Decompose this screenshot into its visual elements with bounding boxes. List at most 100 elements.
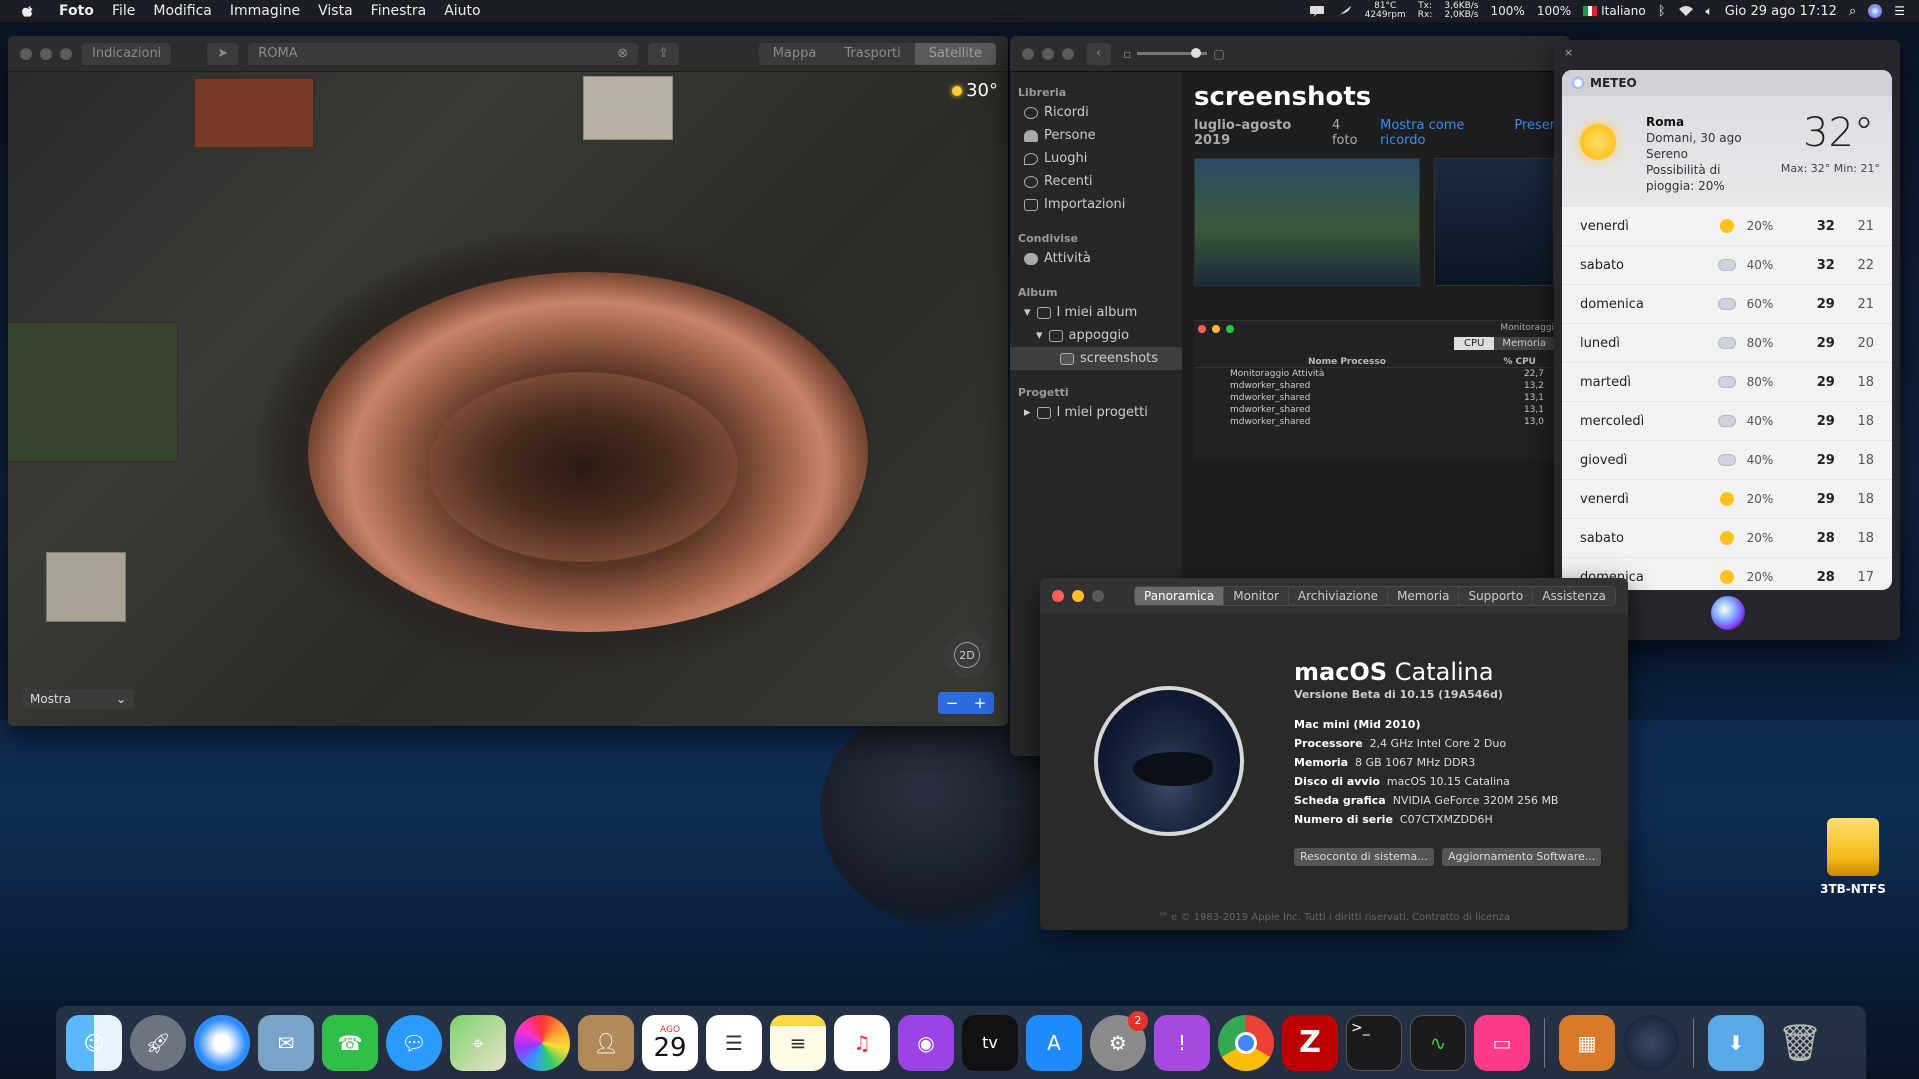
maps-icon[interactable]: ⌖ (450, 1014, 506, 1071)
map-search-field[interactable]: ROMA ⊗ (248, 42, 639, 65)
process-row[interactable]: mdworker_shared 13,1 (1194, 404, 1558, 416)
sidebar-item-places[interactable]: Luoghi (1010, 147, 1182, 170)
menu-file[interactable]: File (112, 3, 135, 19)
share-icon[interactable]: ⇪ (648, 42, 680, 65)
menu-image[interactable]: Immagine (230, 3, 300, 19)
sidebar-item-my-projects[interactable]: ▸ I miei progetti (1010, 401, 1182, 424)
network-rates[interactable]: 3,6KB/s 2,0KB/s (1444, 2, 1478, 20)
contacts-icon[interactable]: 👤︎ (578, 1014, 634, 1071)
sidebar-item-my-albums[interactable]: ▾ I miei album (1010, 301, 1182, 324)
activity-monitor-screenshot[interactable]: Monitoraggi CPU Memoria Nome Processo% C… (1194, 320, 1558, 460)
finder-icon[interactable]: ☺ (66, 1014, 122, 1071)
menu-edit[interactable]: Modifica (153, 3, 212, 19)
copyright-footer[interactable]: ™ e © 1983-2019 Apple Inc. Tutti i dirit… (1040, 912, 1628, 923)
system-preferences-icon[interactable]: ⚙ 2 (1090, 1010, 1148, 1071)
siri-icon[interactable] (1868, 4, 1883, 18)
notes-icon[interactable]: ≡ (770, 1014, 826, 1071)
notification-center-icon[interactable]: ☰ (1894, 4, 1905, 18)
feather-icon[interactable] (1337, 5, 1353, 17)
back-icon[interactable]: ‹ (1086, 42, 1112, 65)
menu-view[interactable]: Vista (318, 3, 353, 19)
present-link[interactable]: Presen (1514, 118, 1558, 148)
process-row[interactable]: mdworker_shared 13,2 (1194, 380, 1558, 392)
software-update-button[interactable]: Aggiornamento Software... (1442, 848, 1602, 866)
launchpad-icon[interactable]: 🚀︎ (130, 1014, 186, 1071)
minimize-button[interactable] (1072, 590, 1084, 602)
clock[interactable]: Gio 29 ago 17:12 (1725, 4, 1837, 19)
photo-thumbnail[interactable] (1194, 158, 1420, 286)
sidebar-item-activity[interactable]: Attività (1010, 247, 1182, 270)
directions-button[interactable]: Indicazioni (82, 42, 172, 65)
tab-support[interactable]: Supporto (1459, 586, 1534, 606)
chrome-icon[interactable] (1218, 1014, 1274, 1071)
tab-transit[interactable]: Trasporti (830, 43, 914, 65)
location-arrow-icon[interactable]: ➤ (207, 42, 239, 65)
close-icon[interactable]: × (1564, 46, 1573, 59)
process-row[interactable]: Monitoraggio Attività 22,7 (1194, 368, 1558, 380)
clear-search-icon[interactable]: ⊗ (617, 46, 628, 61)
spotlight-icon[interactable]: ⌕ (1849, 4, 1856, 19)
volume-icon[interactable]: 🔈︎ (1706, 4, 1713, 19)
close-button[interactable] (1022, 47, 1034, 60)
minimize-button[interactable] (40, 47, 52, 60)
app-store-icon[interactable]: A (1026, 1014, 1082, 1071)
tab-overview[interactable]: Panoramica (1134, 586, 1225, 606)
facetime-icon[interactable]: ☎ (322, 1014, 378, 1071)
wifi-icon[interactable] (1678, 5, 1694, 17)
tab-memory[interactable]: Memoria (1388, 586, 1460, 606)
zoom-out-button[interactable]: − (938, 692, 966, 714)
view-2d-button[interactable]: 2D (954, 642, 980, 668)
apple-tv-icon[interactable]: tv (962, 1014, 1018, 1071)
zoom-button[interactable] (60, 47, 72, 60)
desktop-drive-icon[interactable]: 3TB-NTFS (1818, 818, 1888, 896)
tab-storage[interactable]: Archiviazione (1288, 586, 1389, 606)
language-selector[interactable]: Italiano (1583, 4, 1646, 18)
close-button[interactable] (20, 47, 32, 60)
menu-help[interactable]: Aiuto (444, 3, 480, 19)
photo-thumbnail[interactable] (1434, 158, 1554, 286)
close-button[interactable] (1052, 590, 1064, 602)
tab-map[interactable]: Mappa (759, 43, 831, 65)
temp-fan-monitor[interactable]: 81°C 4249rpm (1365, 2, 1406, 20)
disclosure-open-icon[interactable]: ▾ (1024, 305, 1031, 320)
system-report-button[interactable]: Resoconto di sistema... (1294, 848, 1434, 866)
tab-service[interactable]: Assistenza (1533, 586, 1616, 606)
sidebar-item-screenshots[interactable]: screenshots (1010, 347, 1182, 370)
disclosure-open-icon[interactable]: ▾ (1036, 328, 1043, 343)
sidebar-item-recents[interactable]: Recenti (1010, 170, 1182, 193)
zoom-in-button[interactable]: + (966, 692, 994, 714)
menu-app[interactable]: Foto (59, 3, 94, 19)
calendar-icon[interactable]: AGO 29 (642, 1014, 698, 1071)
trash-icon[interactable]: 🗑︎ (1772, 1015, 1828, 1071)
process-row[interactable]: mdworker_shared 13,0 (1194, 416, 1558, 428)
podcasts-icon[interactable]: ◉ (898, 1014, 954, 1071)
show-as-memory-link[interactable]: Mostra come ricordo (1380, 118, 1500, 148)
mail-stamp-icon[interactable]: ✉ (258, 1014, 314, 1071)
safari-icon[interactable]: ✦ (194, 1014, 250, 1071)
tab-displays[interactable]: Monitor (1224, 586, 1289, 606)
reminders-icon[interactable]: ☰ (706, 1014, 762, 1071)
tab-satellite[interactable]: Satellite (914, 42, 996, 65)
weather-card[interactable]: METEO Roma Domani, 30 ago Sereno Possibi… (1562, 70, 1892, 590)
catalina-installer-icon[interactable] (1623, 1014, 1679, 1071)
satellite-map[interactable]: 30° (8, 72, 1008, 726)
bluetooth-icon[interactable]: ᛒ (1658, 4, 1666, 19)
apple-icon[interactable] (18, 4, 38, 18)
feedback-assistant-icon[interactable]: ! (1154, 1014, 1210, 1071)
zoom-button[interactable] (1062, 47, 1074, 60)
battery-1[interactable]: 100% (1491, 4, 1525, 18)
sidebar-item-imports[interactable]: Importazioni (1010, 193, 1182, 216)
menu-window[interactable]: Finestra (371, 3, 427, 19)
siri-orb-icon[interactable] (1711, 596, 1745, 630)
photos-icon[interactable] (514, 1014, 570, 1071)
sidebar-item-people[interactable]: Persone (1010, 124, 1182, 147)
process-row[interactable]: mdworker_shared 13,1 (1194, 392, 1558, 404)
downloads-folder-icon[interactable]: ⬇ (1708, 1014, 1764, 1071)
music-icon[interactable]: ♫ (834, 1014, 890, 1071)
disclosure-closed-icon[interactable]: ▸ (1024, 405, 1031, 420)
terminal-icon[interactable]: >_ (1346, 1014, 1402, 1071)
activity-monitor-icon[interactable]: ∿ (1410, 1014, 1466, 1071)
messages-icon[interactable]: 💬︎ (386, 1014, 442, 1071)
screen-sharing-icon[interactable]: ▭ (1474, 1014, 1530, 1071)
compass-control[interactable]: 2D (944, 632, 990, 678)
